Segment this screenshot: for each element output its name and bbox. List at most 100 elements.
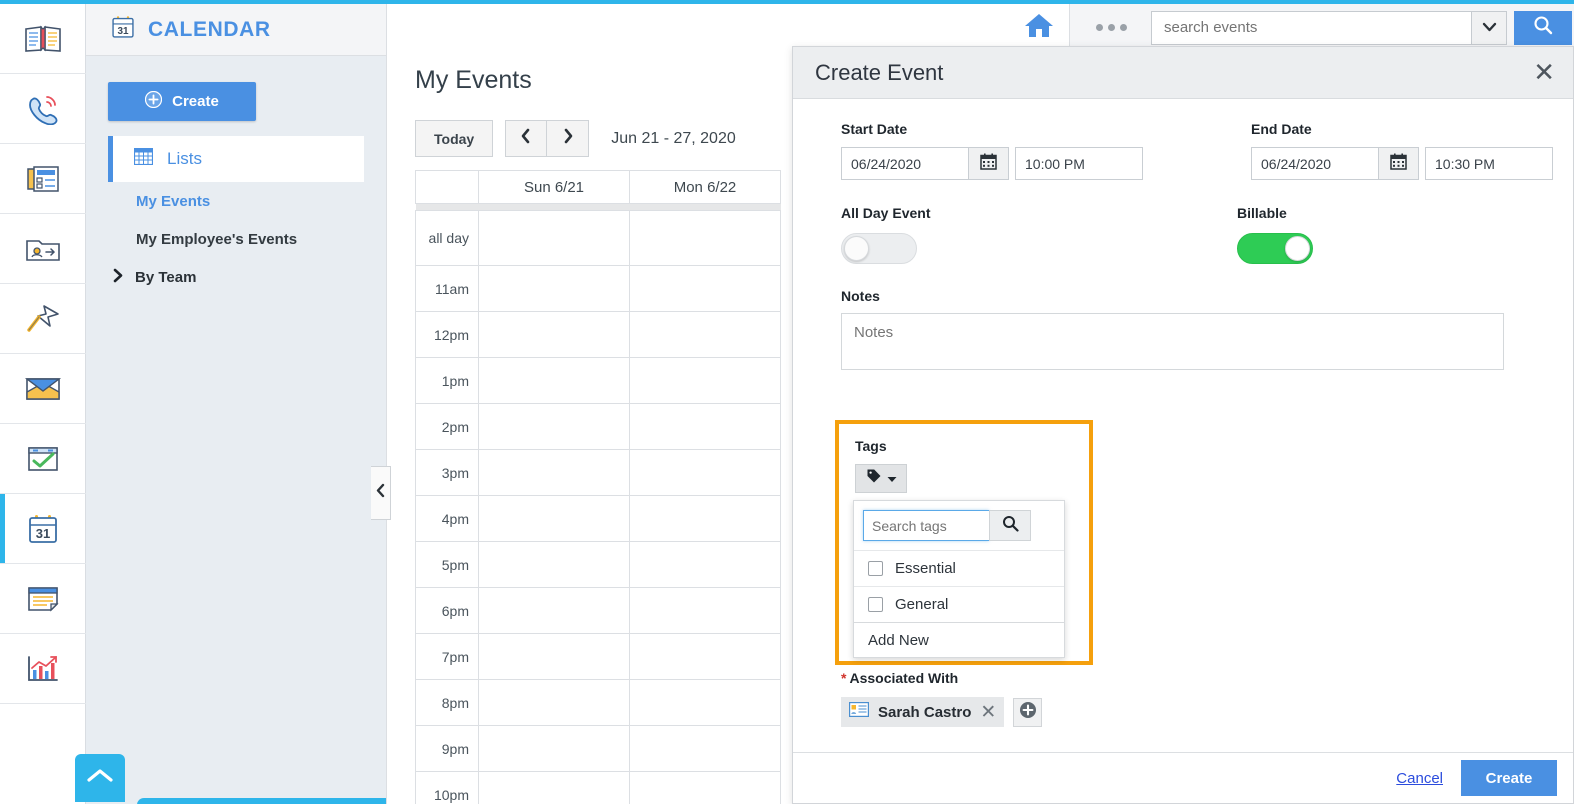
search-scope-dropdown[interactable] [1471, 11, 1507, 45]
all-day-cell[interactable] [630, 211, 781, 266]
calendar-slot[interactable] [630, 450, 781, 496]
home-button[interactable] [1008, 4, 1070, 52]
billable-toggle[interactable] [1237, 233, 1313, 264]
calendar-slot[interactable] [479, 772, 630, 804]
sidebar-group-by-team[interactable]: By Team [108, 258, 364, 296]
checkbox-icon[interactable] [868, 597, 883, 612]
calendar-slot[interactable] [479, 726, 630, 772]
calendar-slot[interactable] [479, 450, 630, 496]
sidebar-item-my-events[interactable]: My Events [108, 182, 364, 220]
calendar-slot[interactable] [479, 312, 630, 358]
rail-item-calendar[interactable]: 31 [0, 494, 86, 564]
sidebar-item-lists-label: Lists [167, 149, 202, 169]
time-label: 10pm [416, 772, 479, 804]
calendar-slot[interactable] [630, 542, 781, 588]
today-button[interactable]: Today [415, 120, 493, 157]
book-icon [24, 24, 62, 54]
calendar-slot[interactable] [479, 404, 630, 450]
calendar-slot[interactable] [630, 404, 781, 450]
all-day-toggle[interactable] [841, 233, 917, 264]
calendar-slot[interactable] [630, 680, 781, 726]
search-input[interactable] [1151, 11, 1471, 45]
calendar-view-title: My Events [415, 66, 532, 95]
notes-input[interactable] [841, 313, 1504, 370]
calendar-slot[interactable] [630, 634, 781, 680]
rail-item-calls[interactable] [0, 74, 86, 144]
app-icon-rail: 31 [0, 4, 86, 804]
submit-create-button[interactable]: Create [1461, 760, 1557, 796]
rail-item-newsfeed[interactable] [0, 144, 86, 214]
cancel-button[interactable]: Cancel [1396, 770, 1443, 787]
time-label: 8pm [416, 680, 479, 726]
calendar-time-row: 8pm [416, 680, 781, 726]
calendar-slot[interactable] [630, 726, 781, 772]
checkbox-icon[interactable] [868, 561, 883, 576]
tags-search-row [854, 501, 1064, 550]
close-icon[interactable]: ✕ [1533, 60, 1555, 86]
end-time-input[interactable] [1425, 147, 1553, 180]
tags-dropdown-menu: Essential General Add New [853, 500, 1065, 658]
calendar-slot[interactable] [630, 266, 781, 312]
rail-item-reports[interactable] [0, 634, 86, 704]
time-label: 1pm [416, 358, 479, 404]
rail-item-mail[interactable] [0, 354, 86, 424]
rail-item-pinned[interactable] [0, 284, 86, 354]
next-week-button[interactable] [547, 120, 589, 157]
tag-option-essential[interactable]: Essential [854, 550, 1064, 586]
tags-search-input[interactable] [863, 510, 989, 541]
calendar-slot[interactable] [630, 588, 781, 634]
tags-search-button[interactable] [989, 510, 1031, 541]
sidebar-collapse-handle[interactable] [371, 466, 391, 520]
tags-add-new-button[interactable]: Add New [854, 622, 1064, 657]
calendar-slot[interactable] [630, 772, 781, 804]
search-submit-button[interactable] [1514, 11, 1572, 45]
calendar-slot[interactable] [479, 496, 630, 542]
calendar-slot[interactable] [479, 634, 630, 680]
calendar-time-row: 9pm [416, 726, 781, 772]
scroll-to-top-button[interactable] [75, 754, 125, 802]
tag-icon [866, 468, 882, 489]
time-label: 4pm [416, 496, 479, 542]
sidebar-item-lists[interactable]: Lists [108, 136, 364, 182]
sidebar-group-by-team-label: By Team [135, 269, 196, 286]
dialog-header: Create Event ✕ [793, 47, 1573, 99]
calendar-slot[interactable] [630, 312, 781, 358]
tag-option-general[interactable]: General [854, 586, 1064, 622]
calendar-slot[interactable] [479, 588, 630, 634]
notes-icon [25, 584, 61, 614]
end-date-input[interactable] [1251, 147, 1378, 180]
create-event-button[interactable]: Create [108, 82, 256, 121]
start-time-input[interactable] [1015, 147, 1143, 180]
remove-contact-icon[interactable]: ✕ [980, 703, 996, 722]
end-date-calendar-button[interactable] [1378, 147, 1419, 180]
associated-contact-chip[interactable]: Sarah Castro ✕ [841, 697, 1004, 727]
sidebar-nav-list: Lists My Events My Employee's Events By … [108, 136, 364, 296]
calendar-time-row: 6pm [416, 588, 781, 634]
page-title: CALENDAR [148, 18, 271, 42]
calendar-slot[interactable] [479, 542, 630, 588]
calendar-slot[interactable] [630, 496, 781, 542]
tags-dropdown-button[interactable] [855, 464, 907, 493]
time-label: 5pm [416, 542, 479, 588]
rail-item-notes[interactable] [0, 564, 86, 634]
calendar-slot[interactable] [630, 358, 781, 404]
add-association-button[interactable] [1013, 698, 1042, 727]
calendar-slot[interactable] [479, 266, 630, 312]
calendar-time-row: 7pm [416, 634, 781, 680]
time-label: 7pm [416, 634, 479, 680]
calendar-slot[interactable] [479, 358, 630, 404]
rail-item-knowledge-base[interactable] [0, 4, 86, 74]
rail-item-contacts[interactable] [0, 214, 86, 284]
start-date-calendar-button[interactable] [968, 147, 1009, 180]
calendar-slot[interactable] [479, 680, 630, 726]
sidebar-item-my-employees-events[interactable]: My Employee's Events [108, 220, 364, 258]
all-day-cell[interactable] [479, 211, 630, 266]
start-date-input[interactable] [841, 147, 968, 180]
time-label: 2pm [416, 404, 479, 450]
overflow-menu-button[interactable] [1096, 24, 1127, 31]
previous-week-button[interactable] [505, 120, 547, 157]
envelope-icon [24, 375, 62, 403]
rail-item-tasks[interactable] [0, 424, 86, 494]
tags-group: Tags [839, 424, 1089, 493]
end-date-controls [1251, 147, 1553, 180]
